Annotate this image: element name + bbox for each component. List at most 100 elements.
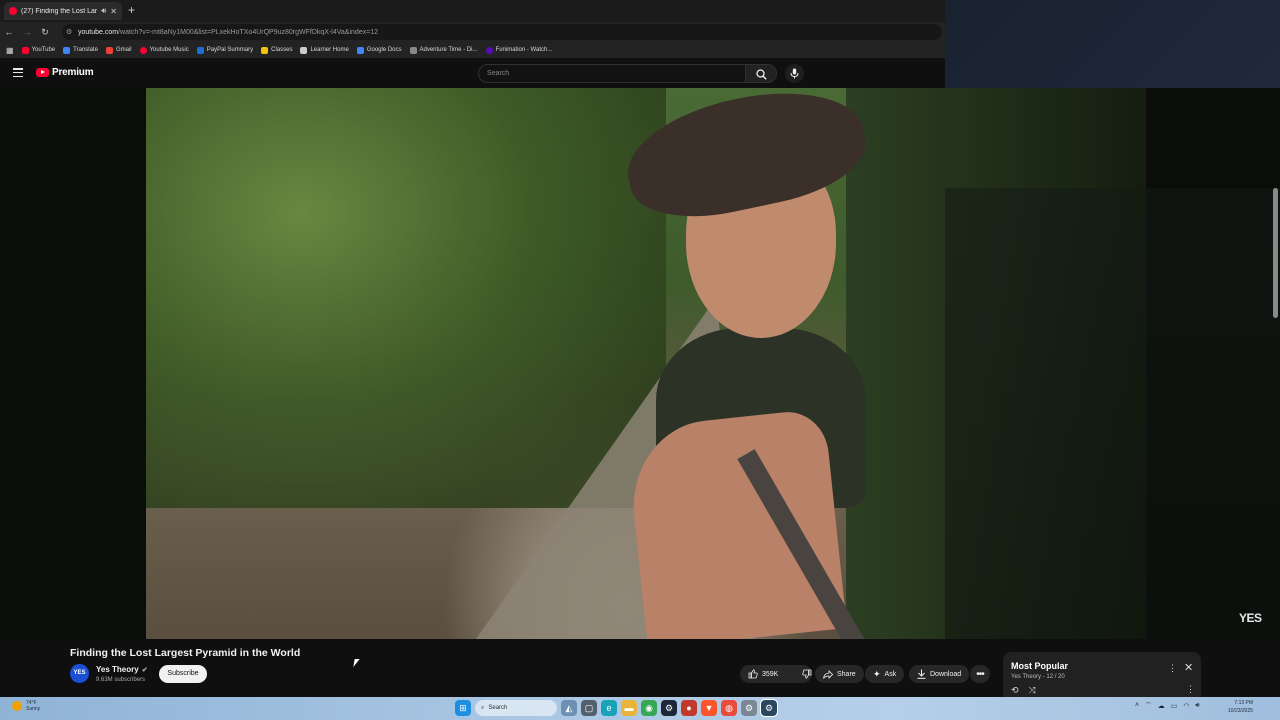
bookmark-favicon-icon (356, 46, 364, 54)
apps-grid-icon[interactable]: ▦ (6, 46, 14, 55)
monitor-icon[interactable]: ▭ (1171, 702, 1178, 710)
bookmark-paypal[interactable]: PayPal Summary (196, 46, 254, 54)
playlist-position: Yes Theory - 12 / 20 (1011, 674, 1065, 680)
task-view-icon[interactable]: ▢ (581, 700, 597, 716)
steam-active-icon[interactable]: ⚙ (760, 699, 778, 717)
bookmark-classes[interactable]: Classes (261, 46, 293, 54)
voice-search-button[interactable] (785, 64, 804, 83)
settings-icon[interactable]: ⚙ (741, 700, 757, 716)
ask-label: Ask (884, 670, 897, 678)
playlist-menu-icon[interactable]: ⋮ (1168, 663, 1177, 674)
bookmarks-bar: ▦ YouTube Translate Gmail Youtube Music … (0, 42, 945, 58)
file-explorer-icon[interactable]: ▬ (621, 700, 637, 716)
bookmark-favicon-icon (21, 46, 29, 54)
brave-icon[interactable]: ▼ (701, 700, 717, 716)
video-person (617, 88, 946, 639)
speaker-icon[interactable]: 🔊︎ (101, 6, 106, 16)
bookmark-label: Gmail (115, 47, 132, 53)
close-tab-icon[interactable]: ✕ (110, 7, 117, 16)
download-label: Download (930, 670, 962, 678)
bookmark-favicon-icon (139, 46, 147, 54)
weather-condition: Sunny (26, 706, 41, 712)
sparkle-icon: ✦ (873, 668, 881, 679)
edge-icon[interactable]: e (601, 700, 617, 716)
youtube-masthead: Premium Search (0, 58, 945, 88)
bookmark-gmail[interactable]: Gmail (105, 46, 132, 54)
bookmark-favicon-icon (105, 46, 113, 54)
back-icon[interactable]: ← (0, 27, 18, 37)
sun-icon (12, 701, 22, 711)
bookmark-favicon-icon (261, 46, 269, 54)
channel-avatar[interactable]: YES (70, 664, 89, 683)
bookmark-label: YouTube (31, 47, 56, 53)
like-dislike-group: 359K (740, 665, 812, 683)
more-actions-button[interactable]: ••• (970, 665, 990, 683)
copilot-icon[interactable]: ◭ (561, 700, 577, 716)
site-info-icon[interactable]: ⚙ (66, 28, 72, 36)
search-button[interactable] (745, 64, 777, 83)
chrome-icon[interactable]: ◉ (641, 700, 657, 716)
bookmark-label: Learner Home (310, 47, 349, 53)
wifi-icon[interactable]: ◠ (1183, 702, 1189, 710)
download-icon (917, 669, 926, 679)
weather-widget[interactable]: 74°F Sunny (12, 700, 40, 712)
menu-icon[interactable] (13, 68, 23, 78)
taskbar-search[interactable]: ⌕ Search (475, 700, 557, 716)
bookmark-youtube-music[interactable]: Youtube Music (139, 46, 189, 54)
share-button[interactable]: Share (815, 665, 864, 683)
shuffle-icon[interactable]: ⤨ (1029, 685, 1036, 696)
share-label: Share (837, 670, 856, 678)
recorder-icon[interactable]: ◍ (721, 700, 737, 716)
system-tray: ˄ ⌔ ☁ ▭ ◠ 🔊︎ (1135, 701, 1200, 710)
network-icon[interactable]: ⌔ (1145, 701, 1152, 710)
playlist-item-menu-icon[interactable]: ⋮ (1186, 684, 1195, 695)
ask-button[interactable]: ✦ Ask (865, 665, 905, 683)
steam-icon[interactable]: ⚙ (661, 700, 677, 716)
app-icon[interactable]: ● (681, 700, 697, 716)
bookmark-label: Classes (271, 47, 293, 53)
playlist-title[interactable]: Most Popular (1011, 661, 1068, 671)
subscriber-count: 9.63M subscribers (96, 677, 146, 683)
bookmark-label: Youtube Music (149, 47, 189, 53)
person-arm (624, 408, 848, 639)
like-button[interactable]: 359K (740, 665, 786, 683)
browser-tab[interactable]: (27) Finding the Lost Large 🔊︎ ✕ (4, 2, 122, 20)
cloud-icon[interactable]: ☁ (1158, 702, 1165, 710)
playlist-controls: ⟲ ⤨ (1011, 685, 1036, 696)
bookmark-favicon-icon (485, 46, 493, 54)
subscribe-button[interactable]: Subscribe (159, 665, 207, 683)
volume-icon[interactable]: 🔊︎ (1195, 702, 1199, 710)
browser-tab-strip: (27) Finding the Lost Large 🔊︎ ✕ + (0, 0, 945, 22)
bookmark-label: Translate (73, 47, 98, 53)
loop-icon[interactable]: ⟲ (1011, 685, 1019, 696)
search-input[interactable]: Search (478, 64, 746, 83)
bookmark-google-docs[interactable]: Google Docs (356, 46, 402, 54)
clock[interactable]: 7:13 PM 10/23/2025 (1228, 699, 1253, 715)
bookmark-learner-home[interactable]: Learner Home (300, 46, 349, 54)
new-tab-icon[interactable]: + (128, 3, 135, 17)
bookmark-favicon-icon (196, 46, 204, 54)
windows-start-icon[interactable]: ⊞ (455, 700, 471, 716)
playlist-close-icon[interactable]: ✕ (1184, 661, 1193, 674)
youtube-favicon-icon (9, 7, 17, 15)
chevron-up-icon[interactable]: ˄ (1135, 702, 1139, 709)
download-button[interactable]: Download (909, 665, 970, 683)
url-path: /watch?v=-mt8aNy1M00&list=PLxekHoTXo4UrQ… (118, 28, 379, 36)
mouse-cursor-icon (353, 659, 360, 667)
thumbs-down-icon (802, 669, 812, 679)
bookmark-translate[interactable]: Translate (63, 46, 98, 54)
bookmark-favicon-icon (63, 46, 71, 54)
youtube-premium-logo[interactable]: Premium (36, 67, 94, 78)
reload-icon[interactable]: ↻ (36, 27, 54, 38)
bookmark-funimation[interactable]: Funimation - Watch... (485, 46, 552, 54)
forward-icon[interactable]: → (18, 27, 36, 37)
page-scrollbar[interactable] (1273, 188, 1278, 318)
bookmark-label: PayPal Summary (206, 47, 254, 53)
bookmark-adventure-time[interactable]: Adventure Time - Di... (409, 46, 478, 54)
url-field[interactable]: ⚙ youtube.com/watch?v=-mt8aNy1M00&list=P… (62, 24, 942, 40)
playlist-panel: Most Popular Yes Theory - 12 / 20 ⋮ ✕ ⟲ … (1003, 652, 1201, 698)
youtube-play-icon (36, 68, 49, 77)
video-title: Finding the Lost Largest Pyramid in the … (70, 647, 301, 659)
bookmark-youtube[interactable]: YouTube (21, 46, 56, 54)
channel-name[interactable]: Yes Theory ✔ (96, 665, 148, 674)
